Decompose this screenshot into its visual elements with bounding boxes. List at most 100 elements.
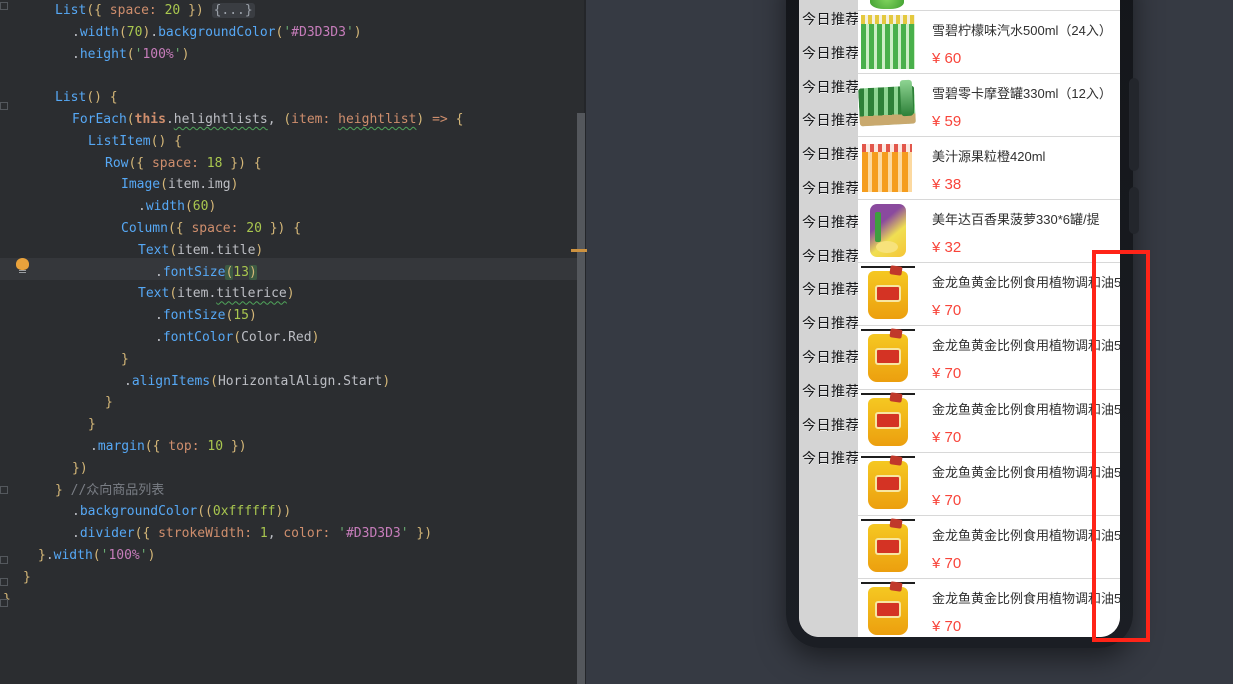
code-line-8[interactable]: Row({ space: 18 }) { bbox=[0, 153, 463, 175]
product-row[interactable]: 雪碧零卡摩登罐330ml（12入） ¥ 59 bbox=[858, 74, 1120, 137]
product-title: 美汁源果粒橙420ml bbox=[932, 148, 1046, 164]
product-image bbox=[862, 143, 912, 192]
code-line-14[interactable]: Text(item.titlerice) bbox=[0, 283, 463, 305]
product-price: ¥ 70 bbox=[932, 428, 962, 446]
product-price: ¥ 32 bbox=[932, 239, 962, 257]
code-token: }) bbox=[180, 3, 204, 18]
code-token: helightlists bbox=[173, 111, 268, 127]
editor-scrollbar[interactable] bbox=[577, 113, 585, 684]
sidebar-item-today-recommend[interactable]: 今日推荐 bbox=[802, 77, 860, 97]
product-image bbox=[868, 587, 908, 636]
code-line-21[interactable]: .margin({ top: 10 }) bbox=[0, 436, 463, 458]
sidebar-item-today-recommend[interactable]: 今日推荐 bbox=[802, 178, 860, 198]
code-line-22[interactable]: }) bbox=[0, 458, 463, 480]
code-token: fontSize bbox=[162, 264, 226, 280]
fold-marker-icon[interactable] bbox=[0, 102, 8, 110]
code-line-15[interactable]: .fontSize(15) bbox=[0, 305, 463, 327]
product-image bbox=[870, 0, 904, 10]
sidebar-item-today-recommend[interactable]: 今日推荐 bbox=[802, 415, 860, 435]
code-token: alignItems bbox=[131, 373, 211, 389]
code-token: , bbox=[267, 111, 284, 127]
sidebar-item-today-recommend[interactable]: 今日推荐 bbox=[802, 9, 860, 29]
code-line-27[interactable]: } bbox=[0, 567, 463, 589]
code-line-10[interactable]: .width(60) bbox=[0, 196, 463, 218]
code-line-19[interactable]: } bbox=[0, 392, 463, 414]
code-token: ' bbox=[400, 526, 409, 542]
code-token: ) bbox=[248, 308, 257, 324]
code-editor[interactable]: List({ space: 20 }) {...} .width(70).back… bbox=[0, 0, 587, 684]
code-line-13[interactable]: .fontSize(13) bbox=[0, 262, 463, 284]
code-token: #D3D3D3 bbox=[291, 24, 346, 40]
product-row[interactable]: 金龙鱼黄金比例食用植物调和油5L*4桶¥ 70 bbox=[858, 326, 1120, 390]
code-line-23[interactable]: } //众向商品列表 bbox=[0, 480, 463, 502]
code-token: ) bbox=[353, 24, 362, 40]
product-row[interactable]: 美年达百香果菠萝330*6罐/提 ¥ 32 bbox=[858, 200, 1120, 264]
folded-block[interactable]: {...} bbox=[211, 3, 255, 18]
sidebar-item-today-recommend[interactable]: 今日推荐 bbox=[802, 381, 860, 401]
fold-marker-icon[interactable] bbox=[0, 2, 8, 10]
sidebar-item-today-recommend[interactable]: 今日推荐 bbox=[802, 246, 860, 266]
code-token: ' bbox=[139, 547, 148, 563]
code-token: HorizontalAlign.Start bbox=[217, 373, 383, 389]
code-token: space: bbox=[191, 220, 239, 236]
sidebar-item-today-recommend[interactable]: 今日推荐 bbox=[802, 43, 860, 63]
intention-bulb-icon[interactable] bbox=[16, 258, 29, 273]
code-line-11[interactable]: Column({ space: 20 }) { bbox=[0, 218, 463, 240]
code-line-18[interactable]: .alignItems(HorizontalAlign.Start) bbox=[0, 371, 463, 393]
sidebar-item-today-recommend[interactable]: 今日推荐 bbox=[802, 448, 860, 468]
code-line-5[interactable]: List() { bbox=[0, 87, 463, 109]
code-line-1[interactable]: List({ space: 20 }) {...} bbox=[0, 0, 463, 22]
product-image bbox=[868, 460, 908, 509]
code-line-7[interactable]: ListItem() { bbox=[0, 131, 463, 153]
fold-marker-icon[interactable] bbox=[0, 578, 8, 586]
code-line-12[interactable]: Text(item.title) bbox=[0, 240, 463, 262]
code-line-26[interactable]: }.width('100%') bbox=[0, 545, 463, 567]
code-line-28[interactable]: } bbox=[0, 589, 463, 611]
product-image bbox=[861, 14, 915, 69]
product-list[interactable]: ¥ 60 雪碧柠檬味汽水500ml（24入） ¥ 60 雪碧零卡摩登罐330ml（12… bbox=[858, 0, 1120, 637]
product-row[interactable]: 金龙鱼黄金比例食用植物调和油5L*4桶¥ 70 bbox=[858, 579, 1120, 637]
product-row[interactable]: 金龙鱼黄金比例食用植物调和油5L*4桶¥ 70 bbox=[858, 516, 1120, 580]
code-line-16[interactable]: .fontColor(Color.Red) bbox=[0, 327, 463, 349]
product-row[interactable]: 金龙鱼黄金比例食用植物调和油5L*4桶¥ 70 bbox=[858, 390, 1120, 453]
code-line-3[interactable]: .height('100%') bbox=[0, 44, 463, 66]
product-row[interactable]: 金龙鱼黄金比例食用植物调和油5L*4桶¥ 70 bbox=[858, 453, 1120, 516]
sidebar-item-today-recommend[interactable]: 今日推荐 bbox=[802, 212, 860, 232]
code-line-25[interactable]: .divider({ strokeWidth: 1, color: '#D3D3… bbox=[0, 523, 463, 545]
code-line-9[interactable]: Image(item.img) bbox=[0, 174, 463, 196]
sidebar-item-today-recommend[interactable]: 今日推荐 bbox=[802, 110, 860, 130]
code-line-24[interactable]: .backgroundColor((0xffffff)) bbox=[0, 501, 463, 523]
code-area[interactable]: List({ space: 20 }) {...} .width(70).back… bbox=[0, 0, 463, 610]
code-token: . bbox=[72, 526, 80, 542]
code-line-6[interactable]: ForEach(this.helightlists, (item: height… bbox=[0, 109, 463, 131]
code-token: ( bbox=[169, 286, 178, 302]
code-token: color: bbox=[283, 526, 331, 542]
code-line-4[interactable] bbox=[0, 65, 463, 87]
product-row[interactable]: 雪碧柠檬味汽水500ml（24入） ¥ 60 bbox=[858, 11, 1120, 74]
code-line-2[interactable]: .width(70).backgroundColor('#D3D3D3') bbox=[0, 22, 463, 44]
code-token: item.img bbox=[167, 177, 231, 193]
code-token: }) bbox=[408, 526, 433, 542]
power-button bbox=[1129, 187, 1139, 234]
code-token: { bbox=[174, 133, 182, 149]
sidebar-item-today-recommend[interactable]: 今日推荐 bbox=[802, 279, 860, 299]
code-token: ({ bbox=[167, 220, 192, 236]
code-token: 10 bbox=[207, 438, 224, 454]
fold-marker-icon[interactable] bbox=[0, 599, 8, 607]
code-line-20[interactable]: } bbox=[0, 414, 463, 436]
product-image-border bbox=[861, 392, 915, 395]
product-image-border bbox=[861, 329, 915, 332]
code-token: ) bbox=[248, 264, 257, 280]
code-token: . bbox=[124, 373, 132, 389]
product-row[interactable]: 金龙鱼黄金比例食用植物调和油5L*4桶¥ 70 bbox=[858, 263, 1120, 327]
sidebar-item-today-recommend[interactable]: 今日推荐 bbox=[802, 313, 860, 333]
product-row[interactable]: ¥ 60 bbox=[858, 0, 1120, 11]
code-token: }) bbox=[222, 155, 246, 171]
sidebar-item-today-recommend[interactable]: 今日推荐 bbox=[802, 144, 860, 164]
sidebar-item-today-recommend[interactable]: 今日推荐 bbox=[802, 347, 860, 367]
code-line-17[interactable]: } bbox=[0, 349, 463, 371]
product-row[interactable]: 美汁源果粒橙420ml ¥ 38 bbox=[858, 137, 1120, 201]
fold-marker-icon[interactable] bbox=[0, 486, 8, 494]
fold-marker-icon[interactable] bbox=[0, 556, 8, 564]
